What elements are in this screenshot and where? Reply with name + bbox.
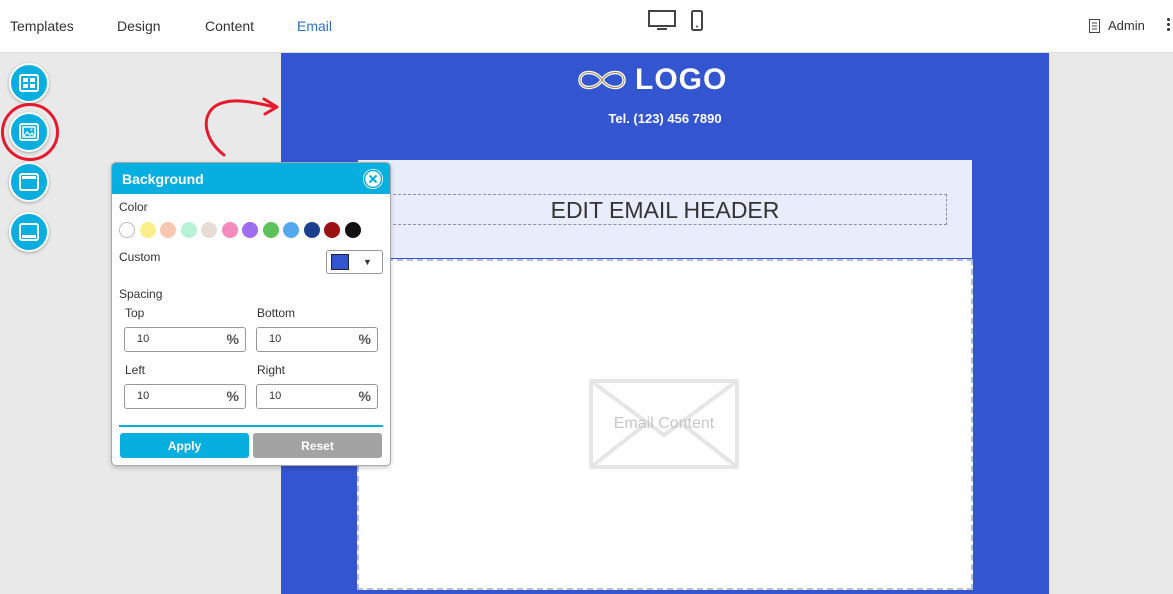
- color-swatch[interactable]: [262, 222, 279, 238]
- custom-color-picker[interactable]: ▼: [326, 250, 383, 274]
- email-canvas: LOGO Tel. (123) 456 7890 EDIT EMAIL HEAD…: [281, 53, 1049, 594]
- panel-title: Background: [122, 170, 204, 187]
- color-swatch[interactable]: [221, 222, 238, 238]
- panel-header: Background: [112, 163, 390, 194]
- more-options-icon[interactable]: [1167, 18, 1171, 33]
- custom-label: Custom: [119, 250, 161, 264]
- percent-unit: %: [226, 388, 239, 404]
- percent-unit: %: [358, 331, 371, 347]
- annotation-red-arrow: [204, 97, 279, 157]
- tab-content[interactable]: Content: [205, 18, 254, 34]
- bottom-label: Bottom: [257, 306, 296, 320]
- color-swatch[interactable]: [344, 222, 361, 238]
- header-tool-button[interactable]: [9, 162, 49, 202]
- color-swatches: [119, 222, 361, 238]
- color-swatch[interactable]: [160, 222, 176, 238]
- top-spacing-value: 10: [137, 333, 150, 345]
- tab-templates[interactable]: Templates: [10, 18, 74, 34]
- color-swatch[interactable]: [324, 222, 340, 238]
- header-block-icon: [19, 173, 39, 191]
- email-header-text[interactable]: EDIT EMAIL HEADER: [383, 194, 947, 225]
- color-label: Color: [119, 200, 148, 214]
- infinity-logo-icon: [578, 70, 626, 90]
- tab-design[interactable]: Design: [117, 18, 161, 34]
- layout-icon: [19, 74, 39, 92]
- email-content-block[interactable]: Email Content: [357, 259, 973, 590]
- color-swatch[interactable]: [283, 222, 299, 238]
- color-swatch[interactable]: [180, 222, 197, 238]
- email-logo[interactable]: LOGO: [575, 63, 727, 97]
- bottom-spacing-input[interactable]: 10 %: [256, 327, 378, 352]
- admin-menu[interactable]: Admin: [1089, 18, 1145, 33]
- desktop-view-icon[interactable]: [648, 10, 676, 37]
- footer-tool-button[interactable]: [9, 212, 49, 252]
- top-spacing-input[interactable]: 10 %: [124, 327, 246, 352]
- telephone-text: Tel. (123) 456 7890: [608, 111, 722, 126]
- left-spacing-value: 10: [137, 390, 150, 402]
- close-icon[interactable]: [363, 168, 383, 189]
- dropdown-arrow-icon: ▼: [363, 257, 372, 267]
- percent-unit: %: [226, 331, 239, 347]
- top-nav-bar: Templates Design Content Email Admin: [0, 0, 1173, 53]
- left-spacing-input[interactable]: 10 %: [124, 384, 246, 409]
- bottom-spacing-value: 10: [269, 333, 282, 345]
- annotation-red-circle: [1, 103, 59, 161]
- left-label: Left: [125, 363, 146, 377]
- layout-tool-button[interactable]: [9, 63, 49, 103]
- document-icon: [1089, 18, 1100, 33]
- right-spacing-value: 10: [269, 390, 282, 402]
- percent-unit: %: [358, 388, 371, 404]
- top-label: Top: [125, 306, 145, 320]
- color-swatch[interactable]: [303, 222, 320, 238]
- spacing-label: Spacing: [119, 287, 163, 301]
- color-swatch[interactable]: [139, 222, 156, 238]
- color-swatch[interactable]: [201, 222, 217, 238]
- apply-button[interactable]: Apply: [120, 433, 249, 458]
- panel-divider: [119, 425, 383, 427]
- email-header-block[interactable]: EDIT EMAIL HEADER: [358, 160, 972, 258]
- admin-label: Admin: [1108, 18, 1145, 33]
- logo-text: LOGO: [635, 63, 728, 96]
- right-spacing-input[interactable]: 10 %: [256, 384, 378, 409]
- email-content-placeholder: Email Content: [613, 415, 715, 432]
- right-label: Right: [257, 363, 286, 377]
- mobile-view-icon[interactable]: [691, 10, 703, 37]
- reset-button[interactable]: Reset: [253, 433, 382, 458]
- custom-color-chip: [331, 254, 349, 270]
- color-swatch[interactable]: [119, 222, 135, 238]
- tab-email[interactable]: Email: [297, 18, 332, 34]
- color-swatch[interactable]: [242, 222, 258, 238]
- footer-block-icon: [19, 223, 39, 241]
- background-panel: Background Color Custom ▼ Spacing Top 10…: [111, 162, 391, 466]
